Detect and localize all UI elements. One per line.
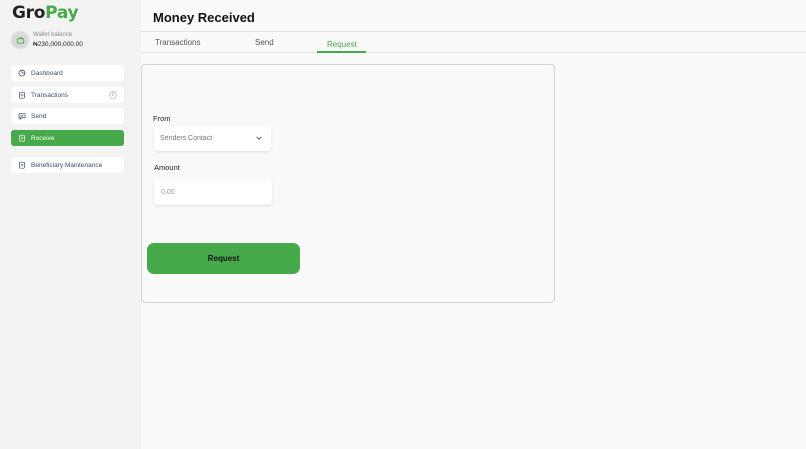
wallet-balance: Wallet balance ₦230,000,000.00 xyxy=(11,30,83,50)
sidebar-item-receive[interactable]: Receive xyxy=(11,130,124,146)
sidebar-item-transactions[interactable]: Transactions 0 xyxy=(11,87,124,103)
beneficiary-icon xyxy=(18,161,26,169)
sidebar-item-send[interactable]: Send xyxy=(11,108,124,124)
sidebar-item-label: Dashboard xyxy=(31,69,63,77)
active-tab-indicator xyxy=(317,51,366,53)
wallet-label: Wallet balance xyxy=(33,32,73,38)
brand-logo[interactable]: GroPay xyxy=(12,3,79,23)
sidebar-item-label: Beneficiary Maintenance xyxy=(31,161,103,169)
sidebar-item-dashboard[interactable]: Dashboard xyxy=(11,65,124,81)
transactions-icon xyxy=(18,91,26,99)
request-button[interactable]: Request xyxy=(147,243,300,274)
tab-transactions[interactable]: Transactions xyxy=(155,38,201,47)
dashboard-icon xyxy=(18,69,26,77)
brand-part1: Gro xyxy=(12,3,46,23)
page-title: Money Received xyxy=(153,10,255,25)
header-divider xyxy=(141,31,806,32)
tab-request[interactable]: Request xyxy=(327,40,357,49)
wallet-value: ₦230,000,000.00 xyxy=(33,41,83,48)
from-label: From xyxy=(153,114,171,123)
transactions-count-badge: 0 xyxy=(109,91,117,99)
amount-label: Amount xyxy=(154,163,180,172)
chevron-down-icon xyxy=(255,134,263,144)
tabs-divider xyxy=(141,52,806,53)
sidebar-item-label: Receive xyxy=(31,134,55,142)
sidebar-item-label: Send xyxy=(31,112,47,120)
amount-input[interactable] xyxy=(154,179,272,205)
brand-part2: Pay xyxy=(45,3,79,23)
from-select-value: Senders Contact xyxy=(160,135,213,142)
sidebar-item-beneficiary-maintenance[interactable]: Beneficiary Maintenance xyxy=(11,157,124,173)
tab-send[interactable]: Send xyxy=(255,38,274,47)
from-select[interactable]: Senders Contact xyxy=(154,126,271,151)
receive-icon xyxy=(18,134,26,142)
sidebar: GroPay Wallet balance ₦230,000,000.00 Da… xyxy=(0,0,141,449)
wallet-icon xyxy=(11,31,29,49)
send-icon xyxy=(18,112,26,120)
sidebar-item-label: Transactions xyxy=(31,91,68,99)
